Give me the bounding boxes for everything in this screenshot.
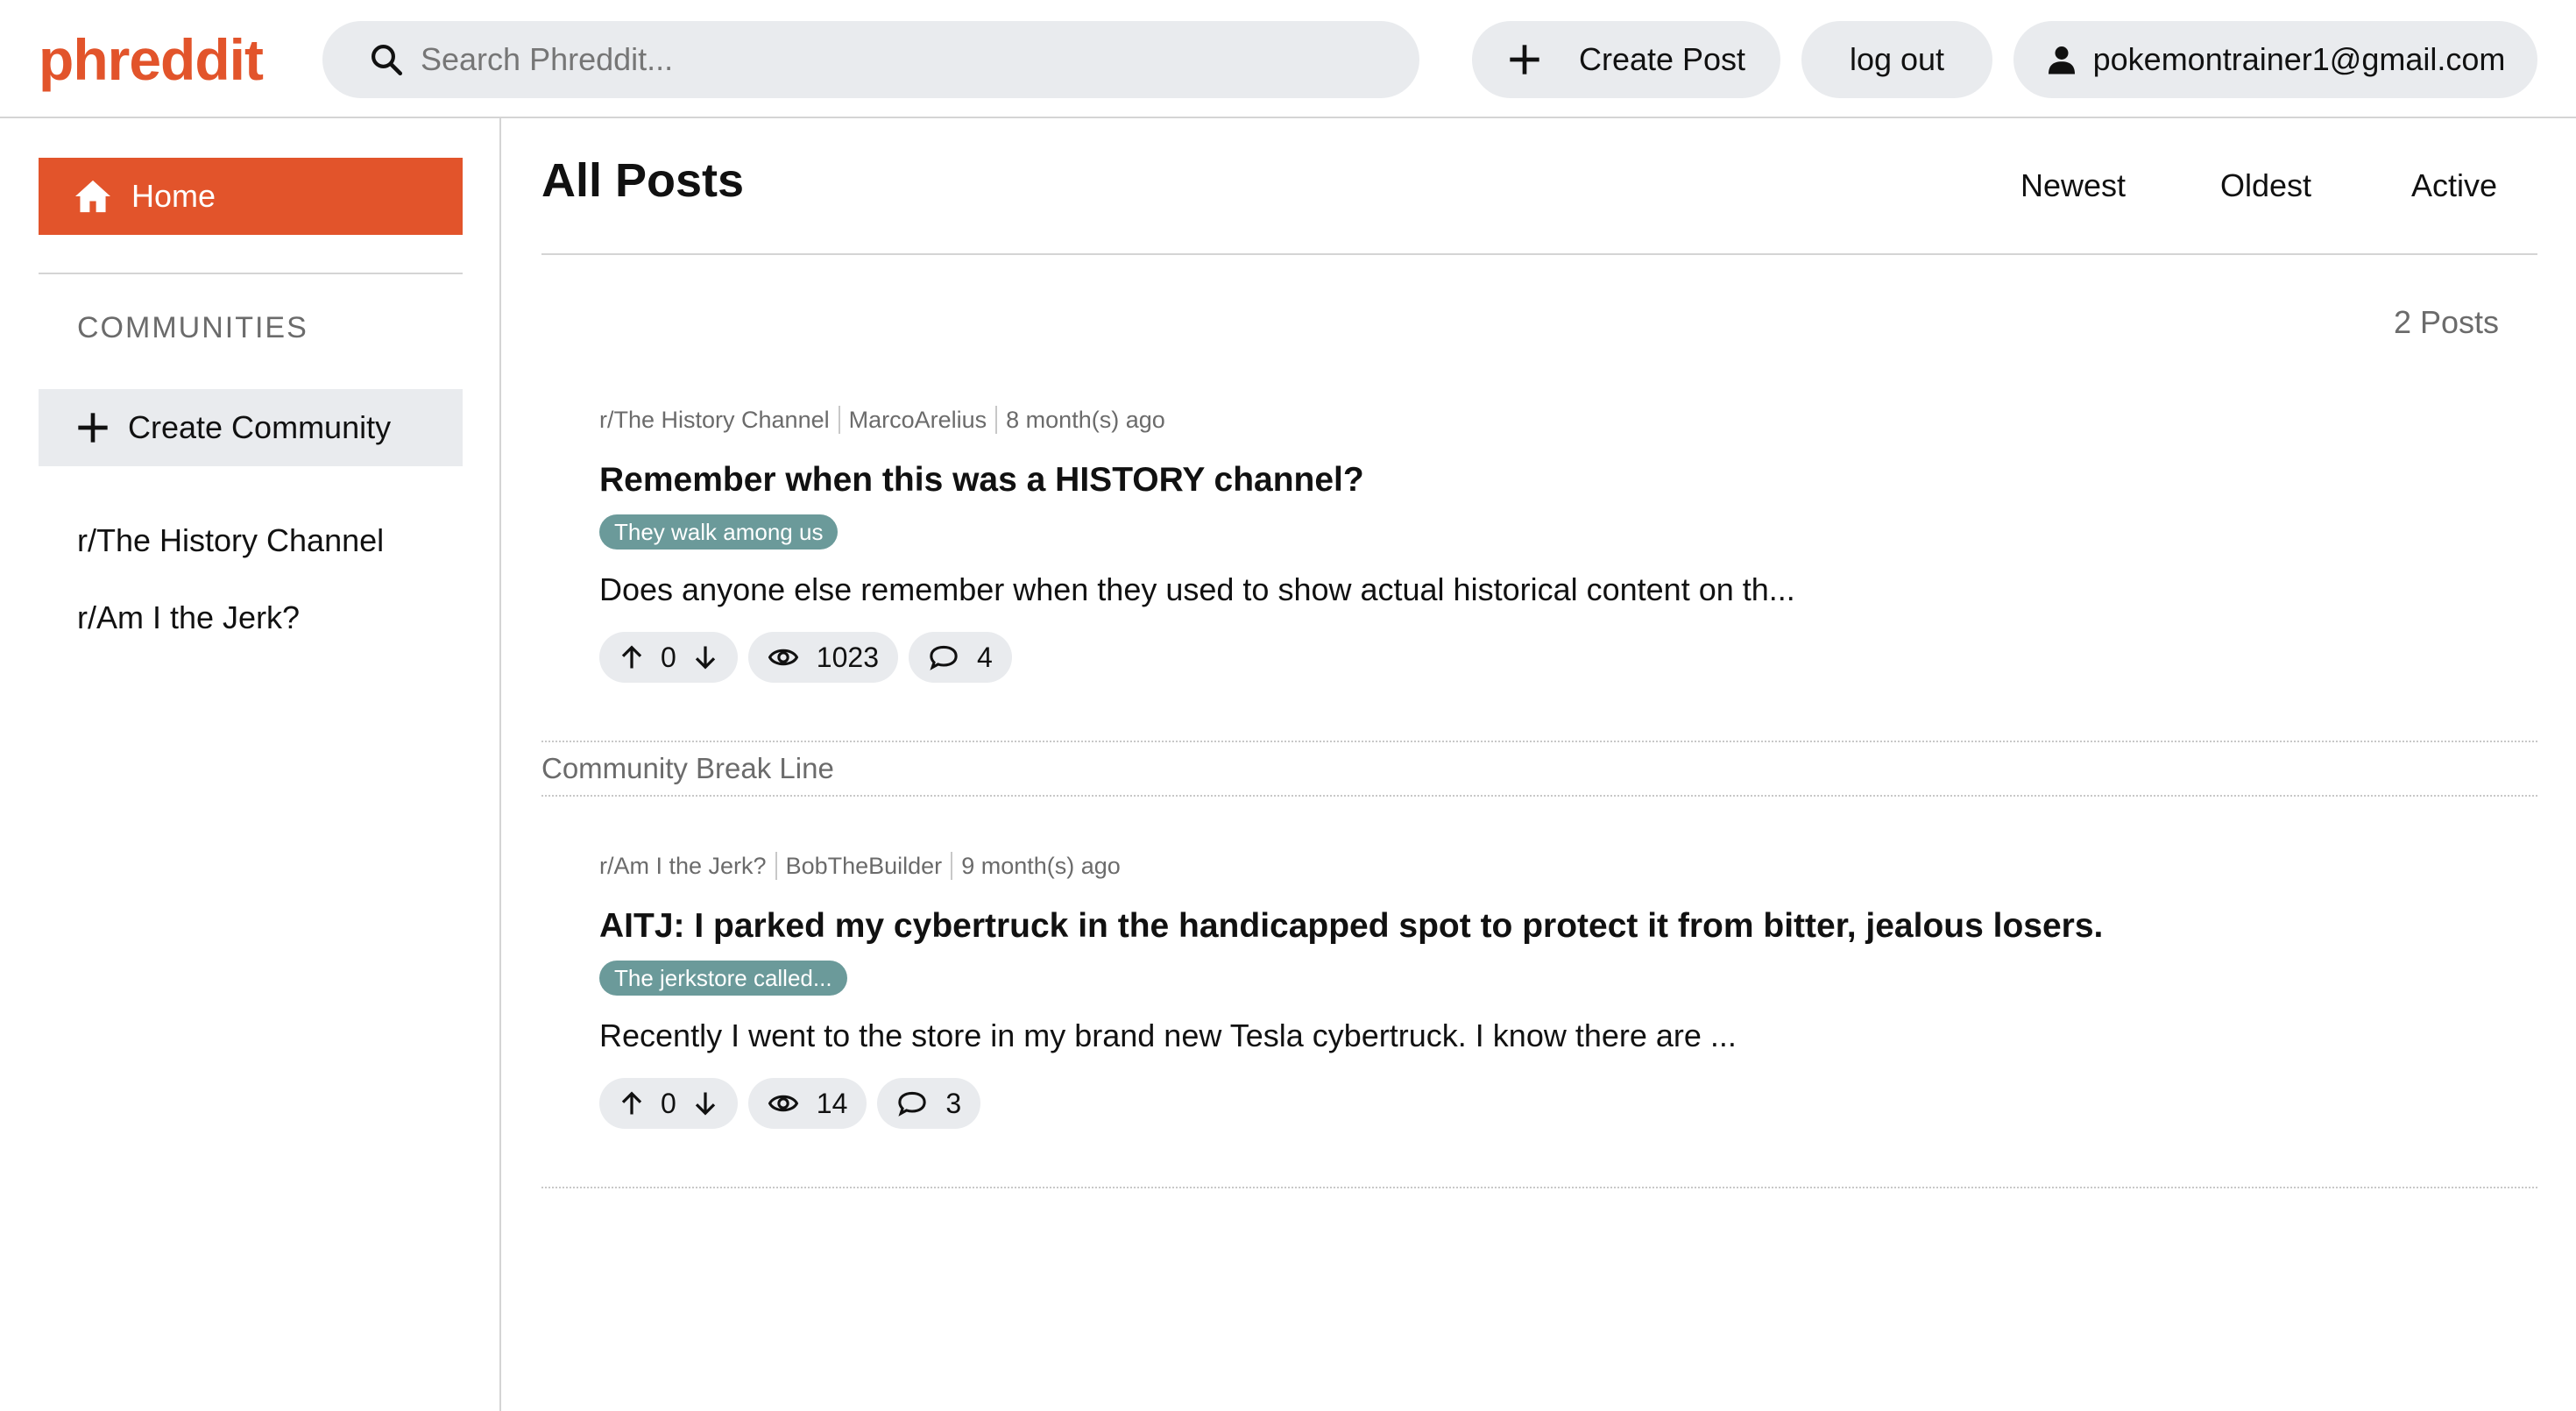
- sidebar-item-history-channel[interactable]: r/The History Channel: [77, 522, 384, 559]
- comment-count-badge[interactable]: 4: [908, 632, 1012, 683]
- post-title[interactable]: Remember when this was a HISTORY channel…: [599, 458, 2527, 502]
- create-post-label: Create Post: [1578, 41, 1746, 77]
- post-body-preview: Does anyone else remember when they used…: [599, 571, 1795, 607]
- search-input[interactable]: [421, 41, 1384, 78]
- sidebar: Home COMMUNITIES Create Community r/The …: [0, 118, 501, 1411]
- sidebar-item-am-i-the-jerk[interactable]: r/Am I the Jerk?: [77, 599, 300, 636]
- eye-icon: [768, 1095, 798, 1112]
- post-flair: The jerkstore called...: [599, 961, 847, 996]
- meta-separator: [995, 406, 998, 434]
- search-bar[interactable]: [322, 21, 1419, 98]
- post-title[interactable]: AITJ: I parked my cybertruck in the hand…: [599, 904, 2527, 948]
- search-icon: [372, 45, 403, 76]
- eye-icon: [768, 649, 798, 666]
- arrow-up-icon[interactable]: [619, 1090, 645, 1117]
- create-post-button[interactable]: Create Post: [1472, 21, 1780, 98]
- plus-icon: [78, 413, 108, 443]
- comment-icon: [930, 645, 958, 670]
- meta-separator: [951, 852, 953, 880]
- logout-button[interactable]: log out: [1801, 21, 1992, 98]
- plus-icon: [1510, 45, 1539, 74]
- home-button[interactable]: Home: [39, 158, 463, 235]
- post-meta: r/Am I the Jerk? BobTheBuilder 9 month(s…: [599, 850, 2527, 882]
- logo[interactable]: phreddit: [39, 23, 264, 96]
- home-label: Home: [131, 178, 216, 214]
- sort-oldest-button[interactable]: Oldest: [2220, 167, 2311, 204]
- comment-count: 4: [976, 641, 993, 673]
- vote-control: 0: [599, 632, 738, 683]
- post-meta: r/The History Channel MarcoArelius 8 mon…: [599, 404, 2527, 436]
- user-email: pokemontrainer1@gmail.com: [2092, 41, 2506, 77]
- post-body-preview: Recently I went to the store in my brand…: [599, 1017, 1737, 1053]
- comment-count-badge[interactable]: 3: [877, 1078, 981, 1129]
- sort-active-button[interactable]: Active: [2411, 167, 2497, 204]
- view-count: 14: [816, 1087, 848, 1119]
- user-icon: [2048, 46, 2075, 74]
- sort-newest-button[interactable]: Newest: [2020, 167, 2126, 204]
- meta-separator: [775, 852, 777, 880]
- vote-control: 0: [599, 1078, 738, 1129]
- post-community[interactable]: r/The History Channel: [599, 407, 830, 434]
- user-profile-button[interactable]: pokemontrainer1@gmail.com: [2013, 21, 2537, 98]
- post-author: BobTheBuilder: [785, 852, 943, 879]
- view-count: 1023: [816, 641, 879, 673]
- view-count-badge: 1023: [747, 632, 898, 683]
- post-time: 9 month(s) ago: [961, 852, 1121, 879]
- post-author: MarcoArelius: [848, 406, 987, 433]
- logout-label: log out: [1849, 41, 1945, 77]
- comment-count: 3: [945, 1087, 962, 1119]
- post-card[interactable]: r/The History Channel MarcoArelius 8 mon…: [599, 404, 2527, 683]
- post-community[interactable]: r/Am I the Jerk?: [599, 853, 767, 880]
- meta-separator: [838, 406, 840, 434]
- vote-count: 0: [661, 641, 676, 673]
- create-community-label: Create Community: [128, 409, 392, 445]
- post-stats: 0 14 3: [599, 1078, 2527, 1129]
- arrow-down-icon[interactable]: [692, 1090, 718, 1117]
- view-count-badge: 14: [747, 1078, 867, 1129]
- sidebar-divider: [39, 273, 463, 274]
- arrow-down-icon[interactable]: [692, 644, 718, 670]
- post-flair: They walk among us: [599, 514, 839, 550]
- post-divider: [541, 1187, 2537, 1188]
- create-community-button[interactable]: Create Community: [39, 389, 463, 466]
- comment-icon: [898, 1091, 927, 1117]
- community-break-label: Community Break Line: [541, 752, 834, 784]
- communities-heading: COMMUNITIES: [77, 311, 308, 344]
- post-divider: [541, 795, 2537, 797]
- header-divider: [541, 253, 2537, 255]
- main-content: All Posts Newest Oldest Active 2 Posts r…: [503, 118, 2576, 1411]
- header: phreddit Create Post log out pokemontrai…: [0, 0, 2576, 118]
- post-count: 2 Posts: [2393, 304, 2499, 340]
- page-title: All Posts: [541, 154, 745, 207]
- arrow-up-icon[interactable]: [619, 644, 645, 670]
- post-divider: [541, 741, 2537, 742]
- post-stats: 0 1023 4: [599, 632, 2527, 683]
- home-icon: [75, 180, 110, 213]
- vote-count: 0: [661, 1087, 676, 1119]
- post-card[interactable]: r/Am I the Jerk? BobTheBuilder 9 month(s…: [599, 850, 2527, 1129]
- post-time: 8 month(s) ago: [1006, 406, 1165, 433]
